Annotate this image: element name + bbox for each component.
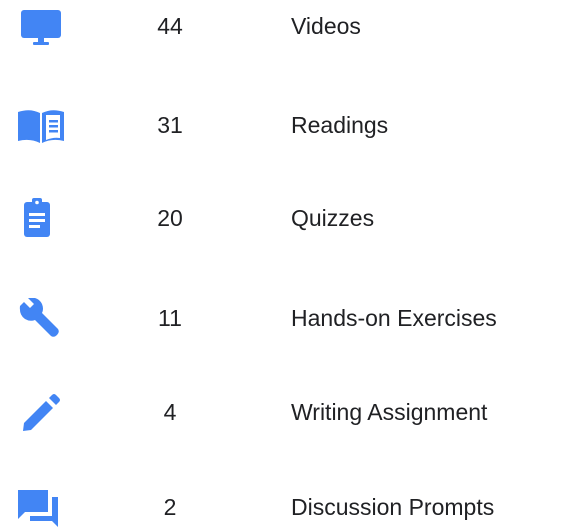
item-count: 2: [163, 494, 177, 520]
clipboard-icon: [18, 198, 64, 238]
item-label: Readings: [291, 112, 389, 138]
pencil-icon: [18, 392, 64, 432]
list-item-quizzes: 20 Quizzes: [0, 198, 567, 238]
item-label: Videos: [291, 13, 361, 39]
list-item-readings: 31 Readings: [0, 105, 567, 145]
forum-icon: [18, 487, 64, 527]
item-count: 20: [157, 205, 183, 231]
item-label: Discussion Prompts: [291, 494, 495, 520]
item-count: 31: [157, 112, 183, 138]
list-item-hands-on-exercises: 11 Hands-on Exercises: [0, 298, 567, 338]
list-item-videos: 44 Videos: [0, 6, 567, 46]
monitor-icon: [18, 6, 64, 46]
item-count: 44: [157, 13, 183, 39]
book-icon: [18, 105, 64, 145]
item-label: Writing Assignment: [291, 399, 488, 425]
list-item-writing-assignment: 4 Writing Assignment: [0, 392, 567, 432]
wrench-icon: [18, 298, 64, 338]
item-label: Quizzes: [291, 205, 375, 231]
item-count: 11: [158, 305, 182, 331]
course-content-list: 44 Videos 31 Readings 20 Quizzes 11 Hand…: [0, 0, 567, 527]
item-label: Hands-on Exercises: [291, 305, 497, 331]
item-count: 4: [163, 399, 177, 425]
list-item-discussion-prompts: 2 Discussion Prompts: [0, 487, 567, 527]
